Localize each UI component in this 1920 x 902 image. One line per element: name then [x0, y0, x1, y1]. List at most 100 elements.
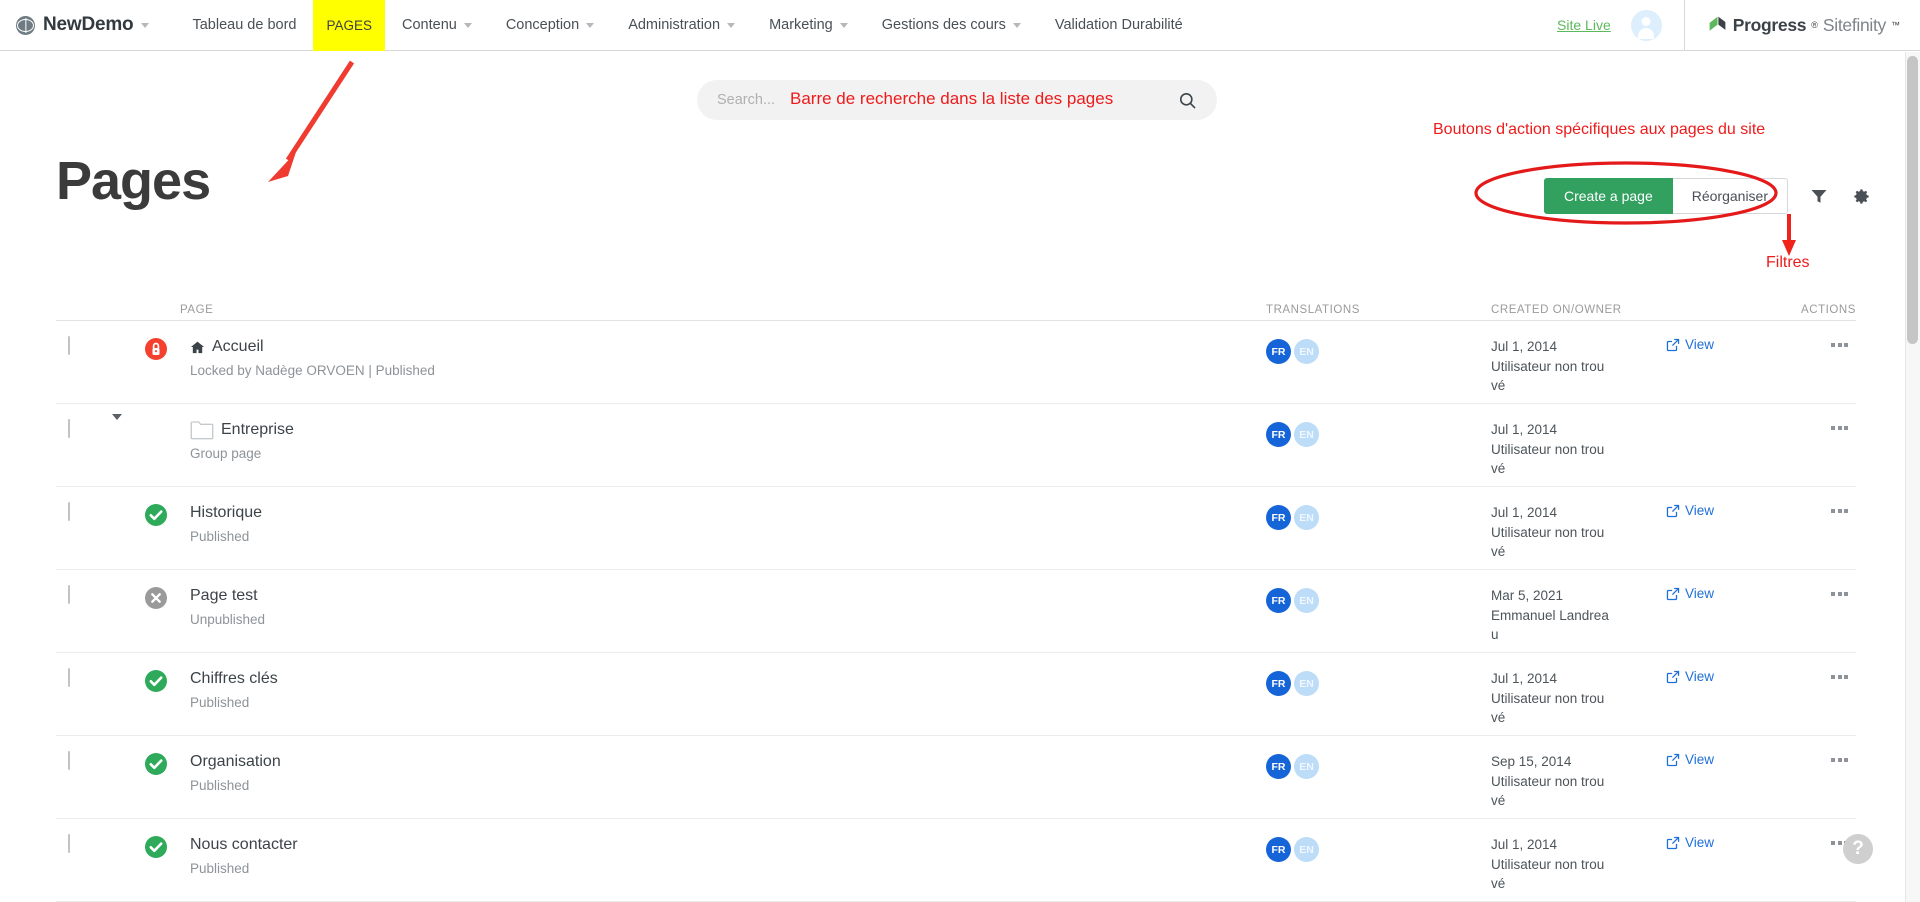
chevron-down-icon: [141, 23, 149, 28]
nav-item-contenu[interactable]: Contenu: [385, 0, 489, 51]
row-checkbox[interactable]: [68, 502, 70, 521]
avatar[interactable]: [1631, 10, 1662, 41]
row-status-cell: [144, 835, 180, 864]
page-name-link[interactable]: Organisation: [190, 752, 1266, 772]
row-select-cell: [56, 420, 112, 438]
row-translations-cell: FREN: [1266, 337, 1491, 364]
chevron-down-icon: [586, 23, 594, 28]
external-link-icon: [1666, 587, 1680, 601]
created-owner: Emmanuel Landreau: [1491, 606, 1611, 645]
row-translations-cell: FREN: [1266, 752, 1491, 779]
language-badge-en[interactable]: EN: [1294, 588, 1319, 613]
row-checkbox[interactable]: [68, 751, 70, 770]
site-live-link[interactable]: Site Live: [1557, 17, 1611, 33]
nav-item-gestions-des-cours[interactable]: Gestions des cours: [865, 0, 1038, 51]
row-actions-menu-button[interactable]: [1786, 503, 1856, 513]
search-icon[interactable]: [1178, 91, 1197, 110]
page-name-label: Accueil: [212, 337, 264, 357]
nav-item-label: Gestions des cours: [882, 17, 1006, 33]
help-button[interactable]: ?: [1843, 834, 1873, 864]
created-date: Sep 15, 2014: [1491, 752, 1666, 772]
language-badge-fr[interactable]: FR: [1266, 339, 1291, 364]
row-actions-menu-button[interactable]: [1786, 420, 1856, 430]
created-date: Jul 1, 2014: [1491, 337, 1666, 357]
globe-icon: [16, 16, 35, 35]
page-scrollbar[interactable]: [1905, 52, 1920, 902]
scrollbar-thumb[interactable]: [1907, 56, 1918, 344]
row-created-cell: Jul 1, 2014Utilisateur non trouvé: [1491, 420, 1666, 479]
settings-button[interactable]: [1844, 179, 1878, 213]
language-badge-en[interactable]: EN: [1294, 754, 1319, 779]
row-actions-menu-button[interactable]: [1786, 669, 1856, 679]
dot: [1831, 592, 1835, 596]
nav-item-pages[interactable]: PAGES: [313, 0, 385, 51]
row-checkbox[interactable]: [68, 834, 70, 853]
chevron-down-icon: [464, 23, 472, 28]
row-actions-menu-button[interactable]: [1786, 586, 1856, 596]
view-page-link[interactable]: View: [1666, 835, 1786, 850]
view-page-link[interactable]: View: [1666, 669, 1786, 684]
language-badge-en[interactable]: EN: [1294, 422, 1319, 447]
folder-icon: [190, 420, 214, 440]
row-actions-menu-button[interactable]: [1786, 752, 1856, 762]
view-page-link[interactable]: View: [1666, 586, 1786, 601]
page-name-link[interactable]: Historique: [190, 503, 1266, 523]
row-checkbox[interactable]: [68, 336, 70, 355]
row-created-cell: Mar 5, 2021Emmanuel Landreau: [1491, 586, 1666, 645]
trademark-mark: ™: [1891, 20, 1900, 30]
language-badge-en[interactable]: EN: [1294, 671, 1319, 696]
row-checkbox[interactable]: [68, 585, 70, 604]
view-page-link[interactable]: View: [1666, 752, 1786, 767]
created-date: Jul 1, 2014: [1491, 669, 1666, 689]
nav-item-administration[interactable]: Administration: [611, 0, 752, 51]
row-actions-cell: [1786, 503, 1856, 513]
dot: [1838, 343, 1842, 347]
row-select-cell: [56, 337, 112, 355]
language-badge-en[interactable]: EN: [1294, 837, 1319, 862]
filter-button[interactable]: [1802, 179, 1836, 213]
language-badge-en[interactable]: EN: [1294, 339, 1319, 364]
reorganize-button[interactable]: Réorganiser: [1673, 178, 1788, 214]
view-page-link[interactable]: View: [1666, 337, 1786, 352]
language-badge-en[interactable]: EN: [1294, 505, 1319, 530]
dot: [1831, 426, 1835, 430]
page-name-link[interactable]: Chiffres clés: [190, 669, 1266, 689]
page-name-link[interactable]: Accueil: [190, 337, 1266, 357]
language-badge-fr[interactable]: FR: [1266, 422, 1291, 447]
row-view-cell: View: [1666, 586, 1786, 601]
page-name-link[interactable]: Entreprise: [190, 420, 1266, 440]
language-badge-fr[interactable]: FR: [1266, 505, 1291, 530]
language-badge-fr[interactable]: FR: [1266, 837, 1291, 862]
nav-item-conception[interactable]: Conception: [489, 0, 611, 51]
row-page-cell: HistoriquePublished: [180, 503, 1266, 546]
column-header-actions: ACTIONS: [1786, 304, 1856, 316]
dot: [1831, 841, 1835, 845]
nav-item-validation-durabilit-[interactable]: Validation Durabilité: [1038, 0, 1200, 51]
page-name-link[interactable]: Nous contacter: [190, 835, 1266, 855]
site-selector[interactable]: NewDemo: [16, 14, 149, 36]
annotation-arrow-to-filter: [1782, 214, 1796, 256]
create-a-page-button[interactable]: Create a page: [1544, 178, 1673, 214]
main-menu: Tableau de bordPAGESContenuConceptionAdm…: [175, 0, 1199, 51]
row-view-cell: View: [1666, 835, 1786, 850]
nav-item-marketing[interactable]: Marketing: [752, 0, 865, 51]
view-page-link[interactable]: View: [1666, 503, 1786, 518]
row-select-cell: [56, 669, 112, 687]
search-placeholder: Search...: [717, 92, 775, 108]
expand-toggle-icon[interactable]: [112, 414, 122, 437]
top-nav-right: Site Live Progress ® Sitefinity ™: [1557, 0, 1920, 51]
created-date: Jul 1, 2014: [1491, 420, 1666, 440]
language-badge-fr[interactable]: FR: [1266, 754, 1291, 779]
page-name-link[interactable]: Page test: [190, 586, 1266, 606]
row-checkbox[interactable]: [68, 419, 70, 438]
table-row: AccueilLocked by Nadège ORVOEN | Publish…: [56, 321, 1856, 404]
row-translations-cell: FREN: [1266, 586, 1491, 613]
dot: [1831, 343, 1835, 347]
nav-item-tableau-de-bord[interactable]: Tableau de bord: [175, 0, 313, 51]
view-label: View: [1685, 586, 1714, 601]
dot: [1838, 841, 1842, 845]
language-badge-fr[interactable]: FR: [1266, 588, 1291, 613]
row-actions-menu-button[interactable]: [1786, 337, 1856, 347]
row-checkbox[interactable]: [68, 668, 70, 687]
language-badge-fr[interactable]: FR: [1266, 671, 1291, 696]
